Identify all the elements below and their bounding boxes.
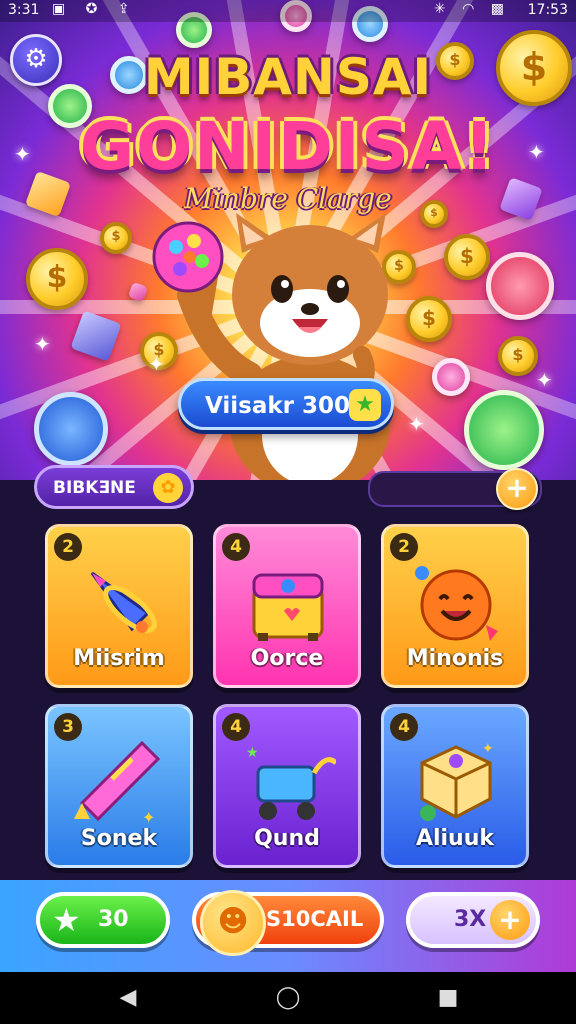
gem-icon xyxy=(70,310,122,362)
svg-text:✦: ✦ xyxy=(482,741,494,757)
tile-label: Miisrim xyxy=(73,646,165,671)
status-time: 3:31 xyxy=(8,2,40,18)
tile-label: Minonis xyxy=(406,646,504,671)
sparkle-icon: ✦ xyxy=(408,412,425,436)
smiley-coin-icon: ☻ xyxy=(200,890,266,956)
chip-icon xyxy=(486,252,554,320)
gear-icon: ⚙ xyxy=(24,44,48,74)
sparkle-icon: ✦ xyxy=(34,332,51,356)
chip-icon xyxy=(34,392,108,466)
stars-count: 30 xyxy=(98,907,129,932)
rocket-icon xyxy=(90,571,157,633)
coin-icon: $ xyxy=(26,248,88,310)
title-line-2: GONIDISA! xyxy=(79,108,497,185)
multiplier-button[interactable]: 3X + xyxy=(406,892,540,948)
plus-icon: + xyxy=(490,900,530,940)
treasure-box-icon xyxy=(252,573,324,641)
sparkle-icon: ✦ xyxy=(536,368,553,392)
multiplier-label: 3X xyxy=(454,907,487,932)
tile-label: Oorce xyxy=(250,646,324,671)
special-label: S10CAIL xyxy=(266,907,364,931)
tile-label: Aliuuk xyxy=(415,826,495,851)
add-button[interactable]: + xyxy=(496,468,538,510)
status-clock: 17:53 xyxy=(527,2,568,18)
subtitle: Minbre Clarge xyxy=(184,182,392,215)
tile-label: Sonek xyxy=(80,826,158,851)
svg-text:★: ★ xyxy=(246,745,259,761)
item-tile[interactable]: 4 Oorce xyxy=(213,524,361,688)
fox-mascot-icon xyxy=(152,213,390,480)
reward-button[interactable]: Viisakr 300 ★ xyxy=(178,378,394,430)
item-tile[interactable]: 4 ★ Qund xyxy=(213,704,361,868)
coin-icon: $ xyxy=(498,336,538,376)
coin-icon: $ xyxy=(100,222,132,254)
star-icon: ★ xyxy=(52,901,81,939)
item-tile[interactable]: 2 Minonis xyxy=(381,524,529,688)
settings-gear-button[interactable]: ⚙ xyxy=(10,34,62,86)
chip-icon xyxy=(432,358,470,396)
action-bar: ★ 30 ☻ S10CAIL 3X + xyxy=(0,880,576,972)
special-button[interactable]: ☻ S10CAIL xyxy=(192,890,384,956)
tile-label: Qund xyxy=(254,826,320,851)
coin-icon: $ xyxy=(444,234,490,280)
item-tile[interactable]: 2 Miisrim xyxy=(45,524,193,688)
system-nav-bar: ◀ ◯ ■ xyxy=(0,972,576,1024)
progress-label: BIBKƎNE xyxy=(53,478,136,498)
cube-icon: ✦ xyxy=(420,741,494,821)
recents-icon[interactable]: ■ xyxy=(434,984,462,1012)
coin-icon: $ xyxy=(406,296,452,342)
back-icon[interactable]: ◀ xyxy=(114,984,142,1012)
notification-icons: ▣ ✪ ⇪ xyxy=(52,1,138,17)
crayon-icon: ✦ xyxy=(74,740,161,827)
item-tile[interactable]: 4 ✦ Aliuuk xyxy=(381,704,529,868)
progress-row: BIBKƎNE ✿ + xyxy=(34,465,542,511)
plus-icon: + xyxy=(505,471,529,504)
chip-icon xyxy=(464,390,544,470)
cart-icon: ★ xyxy=(246,745,336,820)
signal-wifi-battery-icon: ✳ ◠ ▩ xyxy=(433,1,510,17)
reward-label: Viisakr 300 xyxy=(205,393,351,419)
star-icon: ★ xyxy=(349,389,381,421)
smiley-ball-icon xyxy=(415,566,498,641)
svg-text:✦: ✦ xyxy=(142,808,155,827)
progress-label-pill[interactable]: BIBKƎNE ✿ xyxy=(34,465,194,509)
status-bar: 3:31 ▣ ✪ ⇪ ✳ ◠ ▩ 17:53 xyxy=(0,0,576,22)
title-line-1: MIBANSAI xyxy=(143,48,433,106)
flower-icon: ✿ xyxy=(153,473,183,503)
item-tile[interactable]: 3 ✦ Sonek xyxy=(45,704,193,868)
home-icon[interactable]: ◯ xyxy=(274,984,302,1012)
stars-button[interactable]: ★ 30 xyxy=(36,892,170,948)
